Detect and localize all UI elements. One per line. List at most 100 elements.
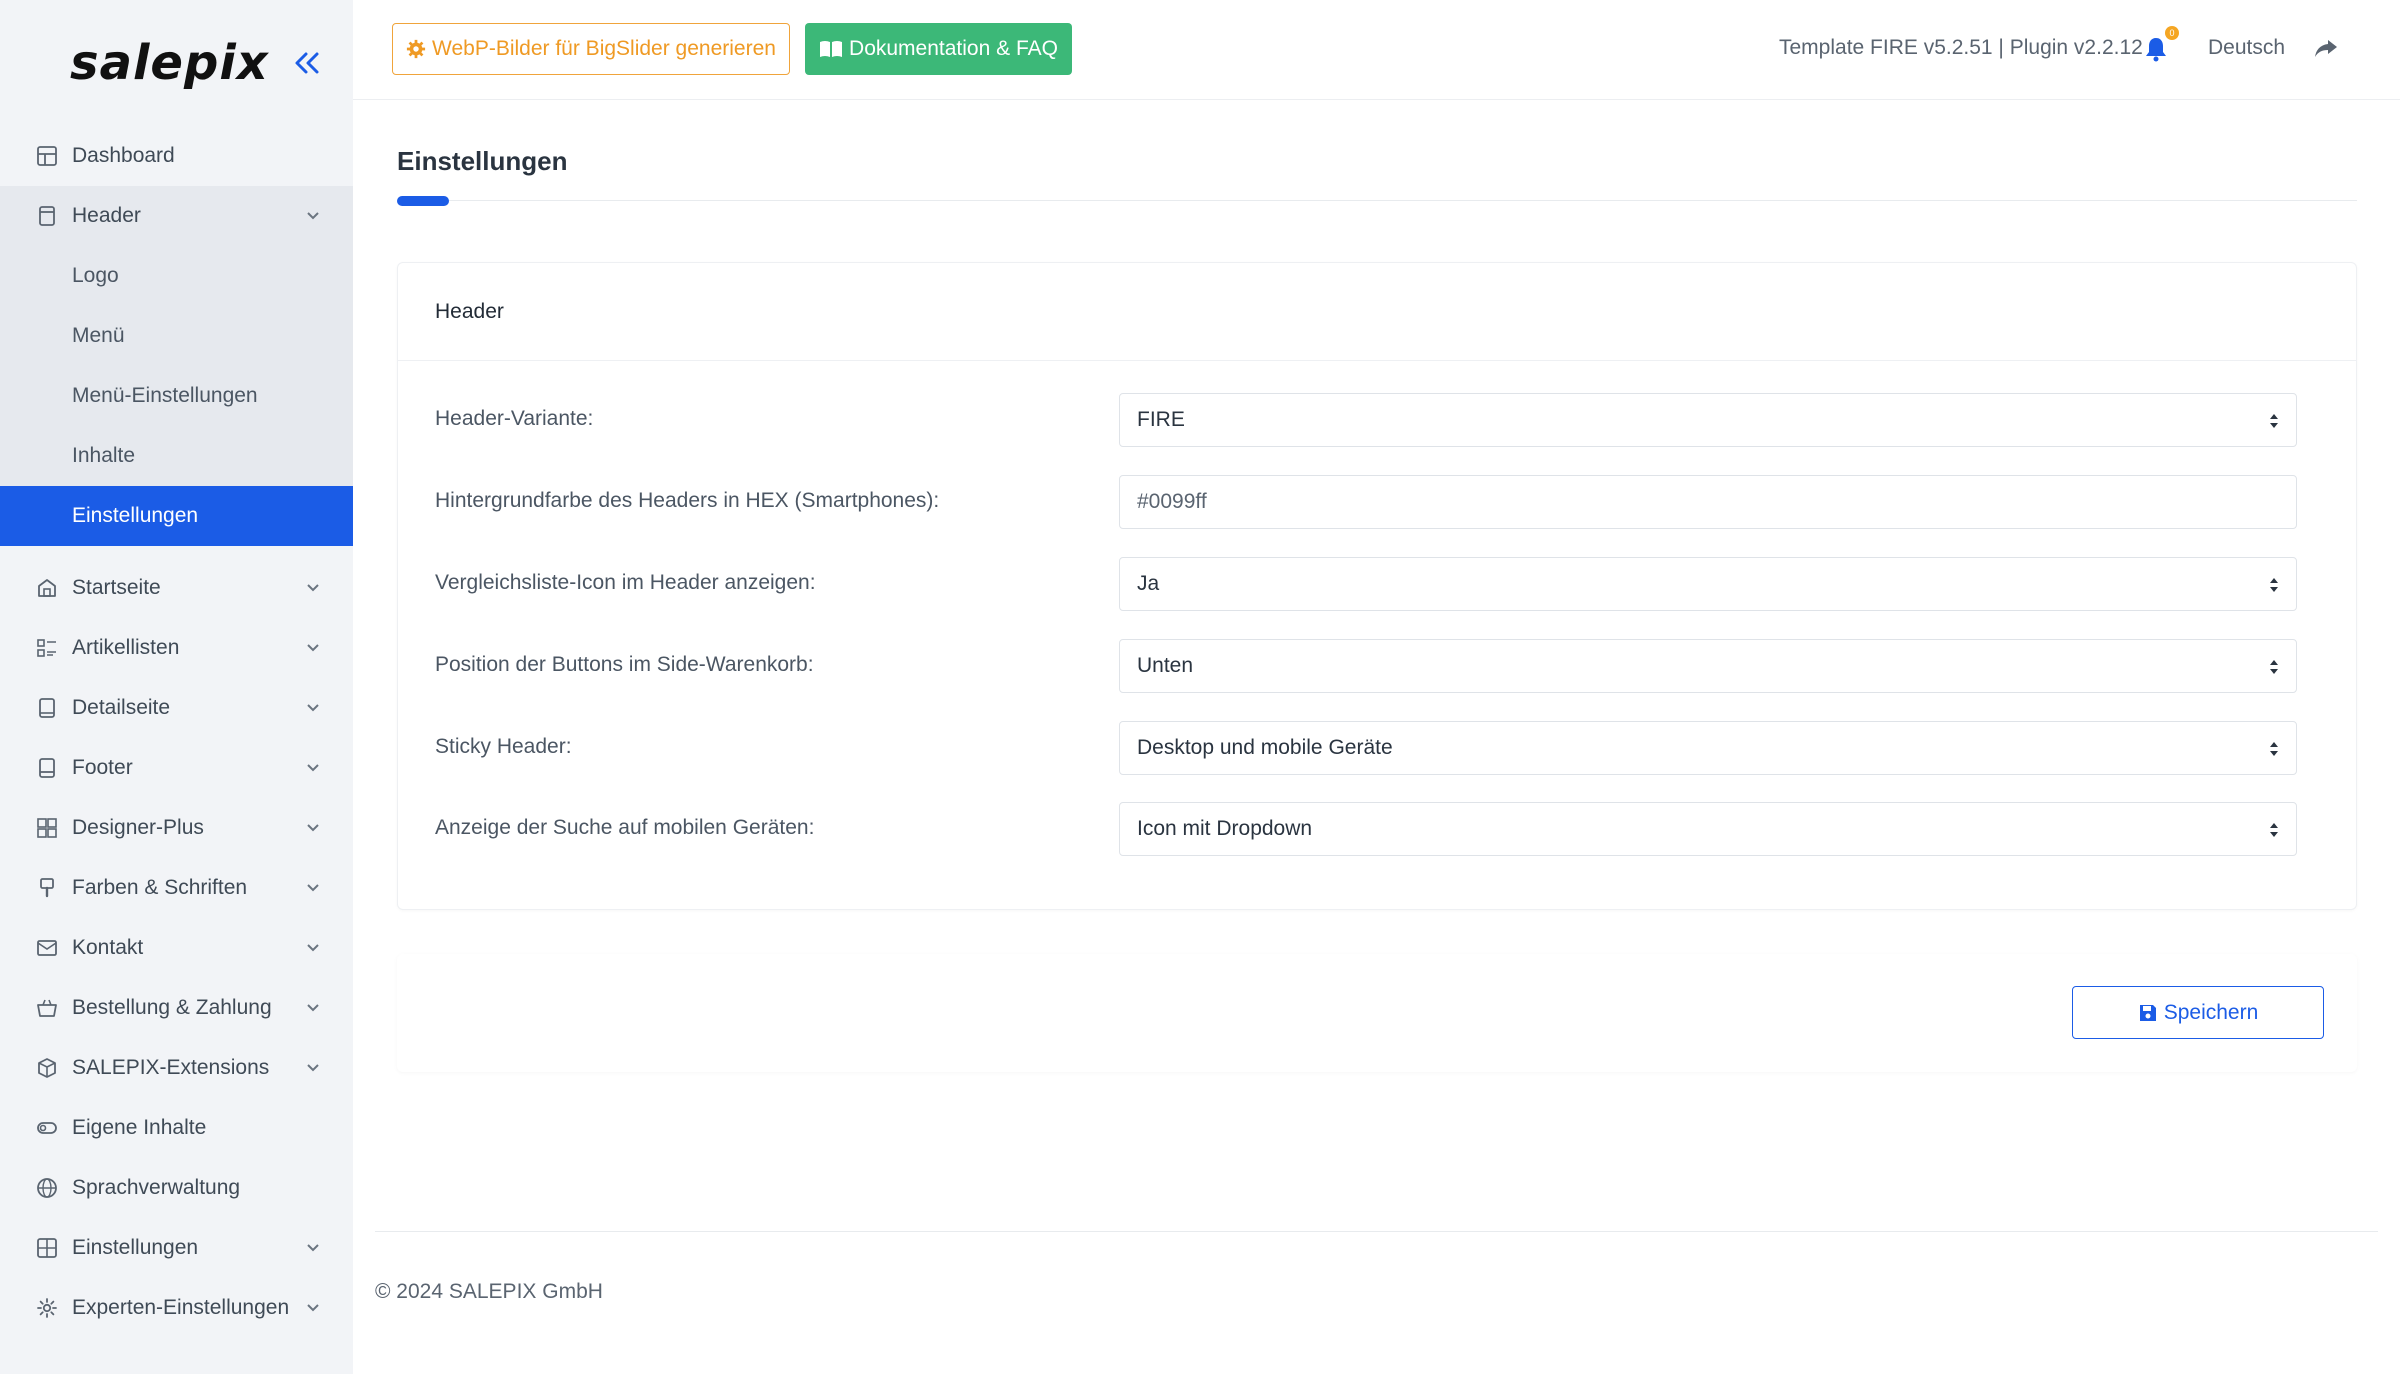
sidebar-subitem-settings[interactable]: Einstellungen [0,486,353,546]
sidebar-item-label: SALEPIX-Extensions [72,1056,270,1079]
sidebar-item-artikellisten[interactable]: Artikellisten [0,618,353,678]
layout-icon [37,818,57,838]
sidebar-item-label: Farben & Schriften [72,876,248,899]
floppy-disk-icon [2139,1004,2156,1021]
language-selector[interactable]: Deutsch [2208,36,2285,60]
sidebar-item-label: Designer-Plus [72,816,204,839]
gear-icon [37,1298,57,1318]
sidebar-item-startseite[interactable]: Startseite [0,558,353,618]
globe-icon [37,1178,57,1198]
sidebar-item-detailseite[interactable]: Detailseite [0,678,353,738]
sidebar-item-designer-plus[interactable]: Designer-Plus [0,798,353,858]
sidebar-item-dashboard[interactable]: Dashboard [0,126,353,186]
sidebar-item-label: Eigene Inhalte [72,1116,207,1139]
field-label: Position der Buttons im Side-Warenkorb: [435,653,814,676]
compare-icon-select[interactable]: Ja [1119,557,2297,611]
sidebar-item-label: Header [72,204,141,227]
sidebar-item-label: Einstellungen [72,1236,199,1259]
sidebar-item-header[interactable]: Header [0,186,353,246]
collapse-sidebar-icon[interactable] [290,46,324,80]
sidebar-item-label: Footer [72,756,133,779]
sidebar-item-label: Startseite [72,576,161,599]
sidebar-subitem-menu[interactable]: Menü [0,306,353,366]
actions-card: Speichern [397,954,2357,1072]
sticky-header-select[interactable]: Desktop und mobile Geräte [1119,721,2297,775]
notification-badge: 0 [2165,26,2179,40]
header-icon [39,206,55,226]
version-info: Template FIRE v5.2.51 | Plugin v2.2.12 [1779,36,2143,59]
package-icon [38,1058,56,1078]
sidebar-item-einstellungen[interactable]: Einstellungen [0,1218,353,1278]
chevron-down-icon [307,1004,319,1012]
chevron-down-icon [307,644,319,652]
sidebar-item-kontakt[interactable]: Kontakt [0,918,353,978]
sidebar-subitem-content[interactable]: Inhalte [0,426,353,486]
header-variant-select[interactable]: FIRE [1119,393,2297,447]
sidebar-item-label: Artikellisten [72,636,180,659]
sidebar-item-label: Sprachverwaltung [72,1176,241,1199]
gear-icon [406,39,426,59]
field-row-header-variant: Header-Variante: FIRE [435,393,2297,447]
chevron-down-icon [307,704,319,712]
dashboard-icon [37,146,57,166]
footer-copyright: © 2024 SALEPIX GmbH [375,1280,603,1303]
page-title: Einstellungen [397,146,568,176]
header-settings-card: Header Header-Variante: FIRE Hintergrund… [397,262,2357,910]
brand: salepix [0,0,353,126]
field-row-mobile-search: Anzeige der Suche auf mobilen Geräten: I… [435,802,2297,856]
logout-icon[interactable] [2313,36,2339,60]
sidebar-item-label: Experten-Einstellungen [72,1296,290,1319]
tablet-icon [39,698,55,718]
select-arrows-icon [2270,823,2278,837]
cart-buttons-position-select[interactable]: Unten [1119,639,2297,693]
sidebar: salepix Dashboard Header Logo Menü Menü-… [0,0,353,1374]
field-label: Header-Variante: [435,407,594,430]
sidebar-group-header: Header Logo Menü Menü-Einstellungen Inha… [0,186,353,546]
bell-icon[interactable] [2143,35,2169,63]
grid-icon [37,1238,57,1258]
chevron-down-icon [307,764,319,772]
title-accent-bar [397,196,449,206]
sidebar-item-label: Detailseite [72,696,171,719]
field-label: Anzeige der Suche auf mobilen Geräten: [435,816,815,839]
home-icon [38,579,56,597]
select-value: Ja [1137,572,1160,595]
footer-divider [375,1231,2378,1232]
chevron-down-icon [307,1244,319,1252]
save-button[interactable]: Speichern [2072,986,2324,1039]
documentation-button[interactable]: Dokumentation & FAQ [805,23,1072,75]
sidebar-subitem-menu-settings[interactable]: Menü-Einstellungen [0,366,353,426]
sidebar-item-eigene-inhalte[interactable]: Eigene Inhalte [0,1098,353,1158]
generate-webp-label: WebP-Bilder für BigSlider generieren [432,37,776,60]
sidebar-item-footer[interactable]: Footer [0,738,353,798]
sidebar-item-farben-schriften[interactable]: Farben & Schriften [0,858,353,918]
select-value: Icon mit Dropdown [1137,817,1313,840]
field-row-cart-buttons-position: Position der Buttons im Side-Warenkorb: … [435,639,2297,693]
mobile-search-select[interactable]: Icon mit Dropdown [1119,802,2297,856]
generate-webp-button[interactable]: WebP-Bilder für BigSlider generieren [392,23,790,75]
chevron-down-icon [307,824,319,832]
sidebar-item-label: Kontakt [72,936,144,959]
sidebar-item-experten-einstellungen[interactable]: Experten-Einstellungen [0,1278,353,1338]
sidebar-item-label: Dashboard [72,144,175,167]
sidebar-subitem-logo[interactable]: Logo [0,246,353,306]
footer-icon [39,758,55,778]
brush-icon [40,878,54,898]
mail-icon [37,940,57,956]
save-label: Speichern [2163,1000,2259,1024]
chevron-down-icon [307,1304,319,1312]
brand-logo[interactable]: salepix [70,35,269,91]
select-value: Unten [1137,654,1194,677]
header-bg-color-input[interactable]: #0099ff [1119,475,2297,529]
field-label: Sticky Header: [435,735,572,758]
chevron-down-icon [307,1064,319,1072]
sidebar-item-label: Bestellung & Zahlung [72,996,272,1019]
input-value: #0099ff [1137,490,1207,513]
sidebar-item-sprachverwaltung[interactable]: Sprachverwaltung [0,1158,353,1218]
basket-icon [37,999,57,1017]
field-row-compare-icon: Vergleichsliste-Icon im Header anzeigen:… [435,557,2297,611]
sidebar-item-salepix-extensions[interactable]: SALEPIX-Extensions [0,1038,353,1098]
select-value: Desktop und mobile Geräte [1137,736,1393,759]
sidebar-item-bestellung-zahlung[interactable]: Bestellung & Zahlung [0,978,353,1038]
field-label: Hintergrundfarbe des Headers in HEX (Sma… [435,489,940,512]
